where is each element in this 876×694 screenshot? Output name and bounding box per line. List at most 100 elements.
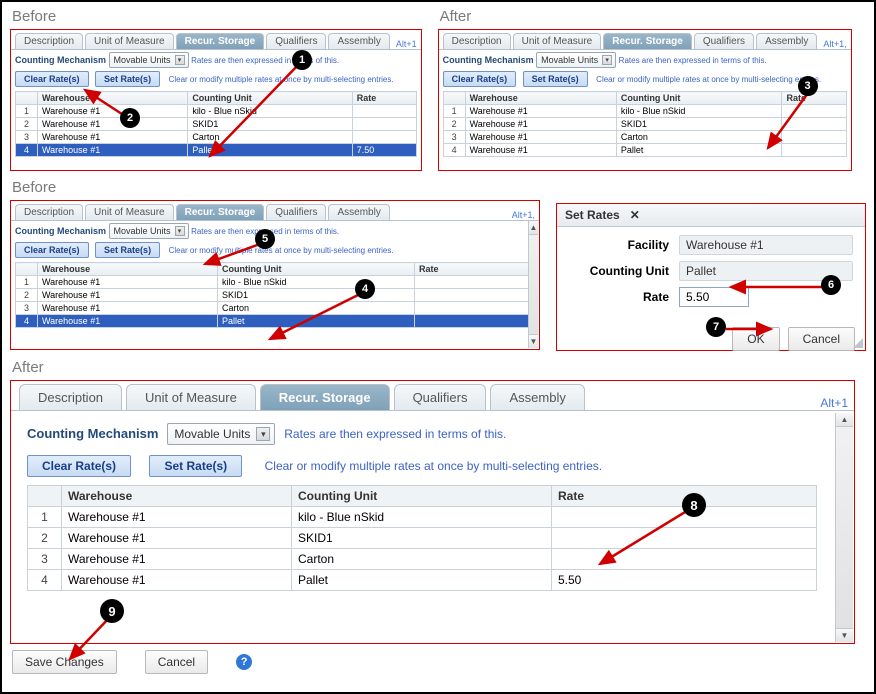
rates-hint: Rates are then expressed in terms of thi… [284, 427, 506, 441]
clear-rates-button[interactable]: Clear Rate(s) [15, 242, 89, 258]
rates-table: WarehouseCounting UnitRate 1Warehouse #1… [443, 91, 847, 157]
table-row[interactable]: 3Warehouse #1Carton [16, 131, 417, 144]
tab-assembly[interactable]: Assembly [328, 33, 389, 49]
cancel-button[interactable]: Cancel [788, 327, 855, 351]
tab-uom[interactable]: Unit of Measure [85, 204, 174, 220]
tab-recur-storage[interactable]: Recur. Storage [176, 33, 265, 49]
tab-qualifiers[interactable]: Qualifiers [266, 204, 326, 220]
facility-label: Facility [569, 238, 679, 252]
help-icon[interactable]: ? [236, 654, 252, 670]
tab-recur-storage[interactable]: Recur. Storage [260, 384, 390, 410]
section-title-after2: After [12, 359, 866, 376]
scrollbar[interactable]: ▲▼ [835, 413, 853, 642]
table-row[interactable]: 2Warehouse #1SKID1 [16, 289, 535, 302]
counting-mechanism-select[interactable]: Movable Units ▾ [536, 52, 616, 68]
chevron-down-icon: ▾ [175, 226, 185, 236]
cancel-button[interactable]: Cancel [145, 650, 208, 674]
table-row[interactable]: 2Warehouse #1SKID1 [28, 528, 817, 549]
scroll-up-icon[interactable]: ▲ [836, 413, 853, 427]
tab-assembly[interactable]: Assembly [328, 204, 389, 220]
scroll-down-icon[interactable]: ▼ [836, 628, 853, 642]
table-row[interactable]: 4Warehouse #1Pallet [16, 315, 535, 328]
tab-assembly[interactable]: Assembly [756, 33, 817, 49]
table-row[interactable]: 3Warehouse #1Carton [443, 131, 846, 144]
table-row[interactable]: 2Warehouse #1SKID1 [16, 118, 417, 131]
rates-hint: Rates are then expressed in terms of thi… [619, 56, 767, 65]
callout-4: 4 [355, 279, 375, 299]
tab-qualifiers[interactable]: Qualifiers [266, 33, 326, 49]
multi-hint: Clear or modify multiple rates at once b… [169, 75, 394, 84]
multi-hint: Clear or modify multiple rates at once b… [265, 459, 602, 473]
callout-3: 3 [798, 76, 818, 96]
save-changes-button[interactable]: Save Changes [12, 650, 117, 674]
tab-shortcut: Alt+1, [508, 208, 539, 220]
table-row[interactable]: 4Warehouse #1Pallet5.50 [28, 570, 817, 591]
table-row[interactable]: 3Warehouse #1Carton [16, 302, 535, 315]
counting-mechanism-label: Counting Mechanism [443, 55, 534, 65]
resize-grip-icon[interactable] [853, 338, 863, 348]
table-row[interactable]: 4Warehouse #1Pallet7.50 [16, 144, 417, 157]
section-title-before2: Before [12, 179, 540, 196]
table-row[interactable]: 4Warehouse #1Pallet [443, 144, 846, 157]
tab-uom[interactable]: Unit of Measure [85, 33, 174, 49]
callout-8: 8 [682, 493, 706, 517]
scrollbar[interactable]: ▲▼ [528, 221, 538, 348]
tab-qualifiers[interactable]: Qualifiers [394, 384, 487, 410]
tab-shortcut: Alt+1 [392, 37, 421, 49]
callout-9: 9 [100, 599, 124, 623]
tab-recur-storage[interactable]: Recur. Storage [603, 33, 692, 49]
close-icon[interactable]: ✕ [630, 208, 640, 222]
scroll-down-icon[interactable]: ▼ [529, 334, 538, 348]
chevron-down-icon: ▾ [175, 55, 185, 65]
clear-rates-button[interactable]: Clear Rate(s) [27, 455, 131, 477]
col-warehouse: Warehouse [38, 92, 188, 105]
counting-mechanism-value: Movable Units [114, 55, 171, 65]
tab-description[interactable]: Description [15, 204, 83, 220]
facility-value: Warehouse #1 [679, 235, 853, 255]
counting-mechanism-select[interactable]: Movable Units ▾ [109, 52, 189, 68]
table-row[interactable]: 1Warehouse #1kilo - Blue nSkid [16, 105, 417, 118]
rate-label: Rate [569, 290, 679, 304]
tab-description[interactable]: Description [19, 384, 122, 410]
tab-assembly[interactable]: Assembly [490, 384, 584, 410]
table-row[interactable]: 2Warehouse #1SKID1 [443, 118, 846, 131]
section-title-after1: After [440, 8, 852, 25]
counting-mechanism-label: Counting Mechanism [15, 55, 106, 65]
tab-shortcut: Alt+1, [819, 37, 850, 49]
set-rates-button[interactable]: Set Rate(s) [95, 71, 160, 87]
callout-7: 7 [706, 317, 726, 337]
clear-rates-button[interactable]: Clear Rate(s) [15, 71, 89, 87]
multi-hint: Clear or modify multiple rates at once b… [596, 75, 821, 84]
table-row[interactable]: 3Warehouse #1Carton [28, 549, 817, 570]
callout-5: 5 [255, 229, 275, 249]
panel-after-1: Description Unit of Measure Recur. Stora… [438, 29, 852, 171]
dialog-title: Set Rates [565, 208, 620, 222]
tab-uom[interactable]: Unit of Measure [513, 33, 602, 49]
counting-mechanism-select[interactable]: Movable Units ▾ [167, 423, 275, 445]
rates-table: WarehouseCounting UnitRate 1Warehouse #1… [15, 262, 535, 328]
col-unit: Counting Unit [188, 92, 352, 105]
multi-hint: Clear or modify multiple rates at once b… [169, 246, 394, 255]
chevron-down-icon: ▾ [602, 55, 612, 65]
ok-button[interactable]: OK [732, 327, 779, 351]
panel-before-1: Description Unit of Measure Recur. Stora… [10, 29, 422, 171]
counting-mechanism-label: Counting Mechanism [27, 426, 158, 441]
set-rates-button[interactable]: Set Rate(s) [523, 71, 588, 87]
rate-input[interactable] [679, 287, 749, 307]
table-row[interactable]: 1Warehouse #1kilo - Blue nSkid [16, 276, 535, 289]
counting-unit-label: Counting Unit [569, 264, 679, 278]
chevron-down-icon: ▾ [256, 427, 270, 441]
callout-2: 2 [120, 108, 140, 128]
tab-qualifiers[interactable]: Qualifiers [694, 33, 754, 49]
tab-recur-storage[interactable]: Recur. Storage [176, 204, 265, 220]
rates-hint: Rates are then expressed in terms of thi… [191, 56, 339, 65]
tab-uom[interactable]: Unit of Measure [126, 384, 256, 410]
table-row[interactable]: 1Warehouse #1kilo - Blue nSkid [443, 105, 846, 118]
tab-description[interactable]: Description [443, 33, 511, 49]
tab-description[interactable]: Description [15, 33, 83, 49]
set-rates-button[interactable]: Set Rate(s) [95, 242, 160, 258]
clear-rates-button[interactable]: Clear Rate(s) [443, 71, 517, 87]
scroll-up-icon[interactable]: ▲ [529, 221, 538, 235]
set-rates-button[interactable]: Set Rate(s) [149, 455, 242, 477]
counting-mechanism-select[interactable]: Movable Units ▾ [109, 223, 189, 239]
